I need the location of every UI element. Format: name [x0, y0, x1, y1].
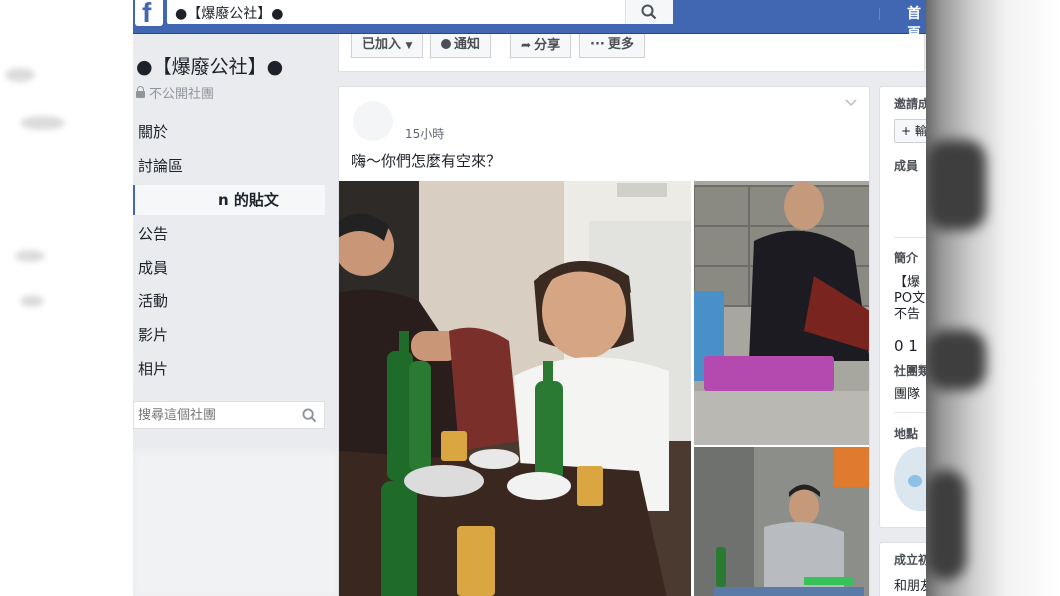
group-title[interactable]: ●【爆廢公社】● [136, 52, 283, 79]
about-text-line: 不告 [894, 307, 921, 322]
nav-item-label: 討論區 [138, 157, 184, 175]
photo-restaurant-table [339, 181, 691, 596]
nav-item-label: 成員 [138, 259, 169, 277]
nav-item-label: 關於 [138, 123, 169, 141]
created-value: 和朋友 [894, 579, 926, 594]
created-title: 成立初 [894, 553, 926, 567]
nav-item-about[interactable]: 關於 [133, 117, 325, 147]
members-title[interactable]: 成員 [894, 157, 918, 174]
invite-input-label: + 輸 [901, 124, 926, 138]
invite-members-title: 邀請成 [894, 97, 926, 111]
left-blurred-margin [0, 0, 133, 596]
nav-item-announcements[interactable]: 公告 [133, 219, 325, 249]
nav-item-members[interactable]: 成員 [133, 253, 325, 283]
search-icon [641, 4, 657, 20]
blur-shade [926, 140, 986, 230]
facebook-window: f ●【爆廢公社】● 首頁 ●【爆廢公社】● 不公開社團 關於 討論區 n 的貼… [133, 0, 926, 596]
joined-label: 已加入 [362, 37, 402, 52]
invite-input[interactable]: + 輸 [894, 119, 926, 143]
nav-item-events[interactable]: 活動 [133, 286, 325, 316]
post-photo-top[interactable] [694, 181, 869, 445]
nav-item-discussion[interactable]: 討論區 [133, 151, 325, 181]
nav-item-label: 相片 [138, 360, 169, 378]
nav-item-member-posts[interactable]: n 的貼文 [133, 185, 325, 215]
blurred-area [133, 452, 338, 596]
facebook-logo[interactable]: f [135, 0, 163, 28]
right-blurred-margin [926, 0, 1060, 596]
redacted-name [148, 193, 218, 208]
nav-item-label: 活動 [138, 292, 169, 310]
avatar[interactable] [353, 101, 393, 141]
about-number: 0 1 [894, 337, 918, 355]
nav-item-videos[interactable]: 影片 [133, 320, 325, 350]
nav-item-photos[interactable]: 相片 [133, 354, 325, 384]
group-search-input[interactable] [138, 406, 298, 424]
more-button[interactable]: ··· 更多 [579, 34, 645, 58]
chevron-down-icon[interactable] [845, 99, 857, 107]
divider [894, 237, 926, 238]
group-privacy-label: 不公開社團 [149, 87, 215, 102]
search-button[interactable] [625, 0, 673, 24]
blur-smudge [20, 116, 65, 130]
notify-label: 通知 [454, 37, 481, 52]
nav-item-label: 影片 [138, 326, 169, 344]
about-title: 簡介 [894, 251, 919, 265]
top-divider [879, 8, 880, 20]
group-created-card: 成立初 和朋友 [879, 542, 926, 596]
notify-icon [441, 39, 451, 49]
group-type-title: 社團類 [894, 364, 926, 378]
group-type-value: 團隊 [894, 387, 921, 402]
joined-button[interactable]: 已加入 ▼ [351, 34, 424, 58]
top-bar: f ●【爆廢公社】● 首頁 [133, 0, 926, 42]
share-icon: ➦ [521, 38, 532, 52]
group-privacy: 不公開社團 [136, 83, 214, 102]
search-query-text: ●【爆廢公社】● [175, 6, 284, 22]
location-title: 地點 [894, 427, 919, 441]
share-button[interactable]: ➦ 分享 [510, 34, 572, 58]
post-text: 嗨～你們怎麼有空來？ [351, 152, 502, 170]
post-photo-bottom[interactable] [694, 447, 869, 596]
screenshot: f ●【爆廢公社】● 首頁 ●【爆廢公社】● 不公開社團 關於 討論區 n 的貼… [0, 0, 1060, 596]
blur-shade [926, 330, 986, 390]
notify-button[interactable]: 通知 [430, 34, 492, 58]
divider [894, 412, 926, 413]
caret-down-icon: ▼ [405, 41, 413, 51]
nav-item-label: n 的貼文 [218, 191, 279, 209]
more-label: 更多 [607, 37, 634, 52]
blur-shade [926, 470, 966, 580]
global-search-input[interactable]: ●【爆廢公社】● [167, 0, 673, 24]
share-label: 分享 [534, 38, 561, 53]
post-card: 15小時 嗨～你們怎麼有空來？ [338, 86, 870, 596]
group-search-field[interactable] [133, 401, 325, 429]
search-icon[interactable] [302, 408, 317, 423]
more-icon: ··· [590, 37, 605, 52]
post-timestamp[interactable]: 15小時 [405, 125, 444, 142]
blur-smudge [5, 68, 35, 82]
blur-smudge [20, 295, 44, 307]
post-photo-main[interactable] [339, 181, 691, 596]
lock-icon [136, 86, 145, 98]
photo-man-brick-wall [694, 181, 869, 445]
group-info-sidebar: 邀請成 + 輸 成員 簡介 【爆 PO文 不告 0 1 社團類 團隊 地點 [879, 86, 926, 528]
nav-item-label: 公告 [138, 225, 169, 243]
map-land [908, 475, 922, 487]
group-action-bar: 已加入 ▼ 通知 ➦ 分享 ··· 更多 [338, 34, 925, 72]
photo-man-seated [694, 447, 869, 596]
map-thumbnail[interactable] [894, 447, 926, 511]
blur-smudge [15, 250, 45, 262]
facebook-logo-letter: f [142, 0, 152, 28]
